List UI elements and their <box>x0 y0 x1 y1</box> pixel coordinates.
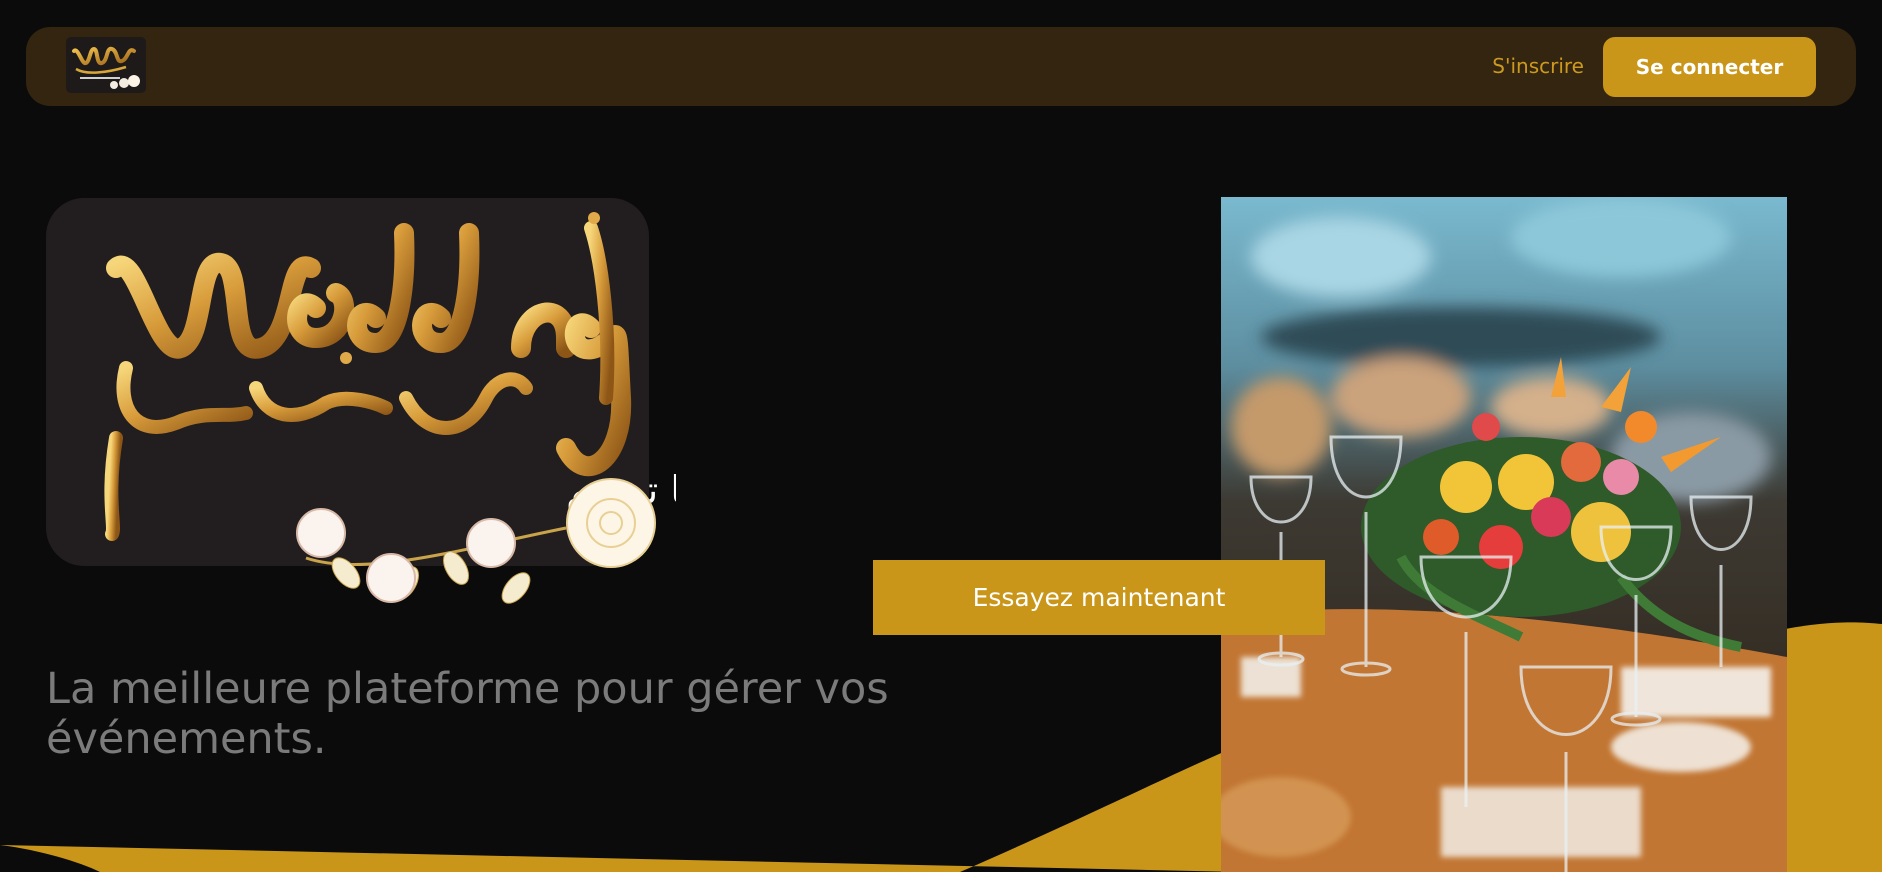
signup-link[interactable]: S'inscrire <box>1492 55 1584 77</box>
white-roses-icon <box>296 478 656 604</box>
hero-tagline: La meilleure plateforme pour gérer vos é… <box>46 664 889 764</box>
wedding-logo-icon <box>72 46 140 89</box>
hero-logo: تنظيم أفراحكم كما تمنيتم <box>46 198 676 618</box>
wedding-script-icon <box>106 223 632 477</box>
arabic-calligraphy-icon <box>104 212 615 541</box>
brand-logo[interactable] <box>66 37 146 93</box>
try-now-button[interactable]: Essayez maintenant <box>873 560 1325 635</box>
wedding-logo-artwork: تنظيم أفراحكم كما تمنيتم <box>104 212 676 604</box>
wedding-table-photo <box>1221 197 1787 872</box>
top-navbar: S'inscrire Se connecter <box>26 27 1856 106</box>
login-button[interactable]: Se connecter <box>1603 37 1816 97</box>
